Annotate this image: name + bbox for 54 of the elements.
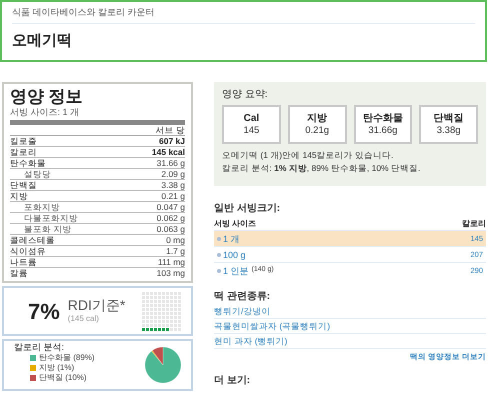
nutrient-label: 지방 xyxy=(10,190,28,202)
summary-card-value: 0.21g xyxy=(305,125,330,137)
section-title: 더 보기: xyxy=(214,374,252,388)
nutrient-label: 포화지방 xyxy=(23,202,60,212)
nutrient-value: 103 mg xyxy=(156,268,185,279)
summary-card-label: Cal xyxy=(244,112,260,125)
nutrient-value: 607 kJ xyxy=(159,136,185,146)
page-title: 오메기떡 xyxy=(12,30,73,50)
nutrient-label: 콜레스테롤 xyxy=(10,234,55,246)
nutrient-label: 칼로리 xyxy=(10,146,37,158)
nutrition-title: 영양 정보 xyxy=(10,87,84,107)
rdi-label: RDI기준* xyxy=(68,297,126,313)
column-header: 서빙 사이즈 xyxy=(214,218,256,230)
column-header: 칼로리 xyxy=(462,218,486,230)
legend-label: 탄수화물 (89%) xyxy=(39,353,95,363)
nutrient-value: 1.7 g xyxy=(166,246,185,256)
summary-card-label: 단백질 xyxy=(434,112,464,125)
legend-label: 지방 (1%) xyxy=(39,363,74,373)
summary-title: 영양 요약: xyxy=(222,88,269,102)
legend-label: 단백질 (10%) xyxy=(39,373,87,383)
nutrient-label: 다불포화지방 xyxy=(23,212,78,224)
breakdown-text: 칼로리 분석: 1% 지방, 89% 탄수화물, 10% 단백질. xyxy=(222,162,422,174)
nutrient-value: 0.062 g xyxy=(156,212,185,224)
nutrient-label: 탄수화물 xyxy=(10,158,46,168)
breadcrumb: 식품 데이타베이스와 칼로리 카운터 xyxy=(12,6,475,24)
summary-card-label: 지방 xyxy=(307,112,328,125)
breakdown-title: 칼로리 분석: xyxy=(14,342,66,353)
nutrient-value: 2.09 g xyxy=(161,168,185,180)
section-title: 일반 서빙크기: xyxy=(214,202,282,216)
nutrient-value: 0 mg xyxy=(166,234,185,246)
section-title: 떡 관련종류: xyxy=(214,290,272,304)
summary-card-value: 145 xyxy=(243,125,260,137)
nutrient-value: 0.047 g xyxy=(156,202,185,212)
summary-card-value: 31.66g xyxy=(368,125,398,137)
nutrient-value: 31.66 g xyxy=(156,158,185,168)
nutrient-label: 불포화 지방 xyxy=(23,224,72,234)
summary-card-value: 3.38g xyxy=(436,125,461,137)
nutrient-value: 111 mg xyxy=(158,256,185,268)
nutrient-value: 0.063 g xyxy=(156,224,185,234)
nutrient-label: 단백질 xyxy=(10,180,37,190)
per-serving-label: 서브 당 xyxy=(156,125,185,135)
nutrient-label: 킬로줄 xyxy=(10,136,37,146)
summary-card-label: 탄수화물 xyxy=(362,112,403,125)
nutrient-label: 설탕당 xyxy=(23,168,51,180)
nutrient-value: 3.38 g xyxy=(161,180,185,190)
nutrient-value: 0.21 g xyxy=(161,190,185,202)
nutrient-value: 145 kcal xyxy=(152,146,185,158)
nutrient-label: 나트륨 xyxy=(10,256,37,268)
summary-text: 오메기떡 (1 개)안에 145칼로리가 있습니다. xyxy=(222,149,394,162)
rdi-percent: 7% xyxy=(28,298,60,326)
nutrient-label: 칼륨 xyxy=(10,268,28,279)
nutrient-label: 식이섬유 xyxy=(10,246,46,256)
rdi-calories: (145 cal) xyxy=(68,313,100,325)
serving-size: 서빙 사이즈: 1 개 xyxy=(10,107,80,118)
